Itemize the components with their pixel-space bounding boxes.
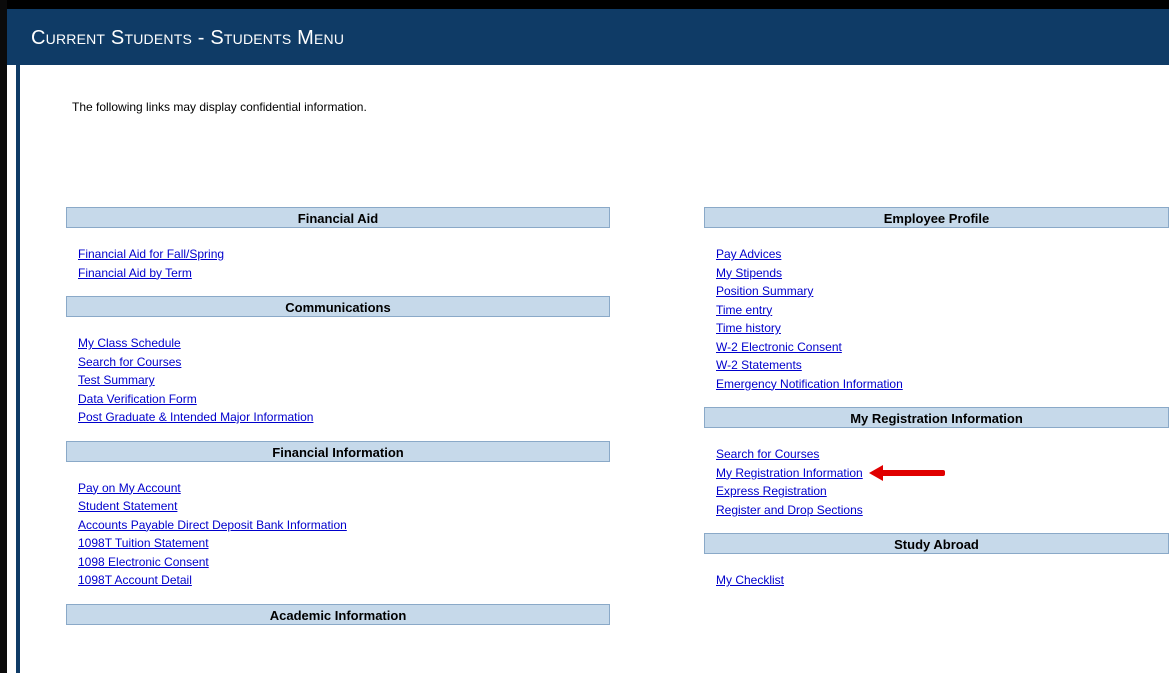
link-register-and-drop-sections[interactable]: Register and Drop Sections xyxy=(716,501,863,520)
section-header: Academic Information xyxy=(66,603,610,625)
section-header: My Registration Information xyxy=(704,407,1169,428)
link-list: Financial Aid for Fall/Spring Financial … xyxy=(66,228,610,296)
link-w2-electronic-consent[interactable]: W-2 Electronic Consent xyxy=(716,338,842,357)
section-header: Communications xyxy=(66,296,610,317)
highlighted-link-row: My Registration Information xyxy=(716,464,1169,483)
link-time-entry[interactable]: Time entry xyxy=(716,301,772,320)
link-1098t-tuition-statement[interactable]: 1098T Tuition Statement xyxy=(78,534,209,553)
link-pay-advices[interactable]: Pay Advices xyxy=(716,245,781,264)
window-top-border xyxy=(0,0,1169,9)
section-study-abroad: Study Abroad My Checklist xyxy=(704,533,1169,604)
link-list: My Checklist xyxy=(704,554,1169,604)
link-data-verification-form[interactable]: Data Verification Form xyxy=(78,390,197,409)
section-academic-information: Academic Information xyxy=(66,603,610,625)
link-express-registration[interactable]: Express Registration xyxy=(716,482,827,501)
link-my-stipends[interactable]: My Stipends xyxy=(716,264,782,283)
link-pay-on-my-account[interactable]: Pay on My Account xyxy=(78,479,181,498)
section-communications: Communications My Class Schedule Search … xyxy=(66,296,610,441)
section-employee-profile: Employee Profile Pay Advices My Stipends… xyxy=(704,207,1169,407)
section-financial-aid: Financial Aid Financial Aid for Fall/Spr… xyxy=(66,207,610,296)
link-my-class-schedule[interactable]: My Class Schedule xyxy=(78,334,181,353)
link-my-checklist[interactable]: My Checklist xyxy=(716,571,784,590)
link-1098t-account-detail[interactable]: 1098T Account Detail xyxy=(78,571,192,590)
confidential-notice: The following links may display confiden… xyxy=(72,100,367,114)
section-header: Financial Information xyxy=(66,440,610,462)
page-title: Current Students - Students Menu xyxy=(31,27,345,49)
right-column: Employee Profile Pay Advices My Stipends… xyxy=(704,207,1169,604)
link-my-registration-information[interactable]: My Registration Information xyxy=(716,464,863,483)
link-financial-aid-by-term[interactable]: Financial Aid by Term xyxy=(78,264,192,283)
link-1098-electronic-consent[interactable]: 1098 Electronic Consent xyxy=(78,553,209,572)
section-my-registration-information: My Registration Information Search for C… xyxy=(704,407,1169,533)
section-header: Financial Aid xyxy=(66,207,610,228)
link-student-statement[interactable]: Student Statement xyxy=(78,497,177,516)
link-test-summary[interactable]: Test Summary xyxy=(78,371,155,390)
link-post-graduate-major-info[interactable]: Post Graduate & Intended Major Informati… xyxy=(78,408,313,427)
link-position-summary[interactable]: Position Summary xyxy=(716,282,813,301)
link-list: My Class Schedule Search for Courses Tes… xyxy=(66,317,610,441)
link-emergency-notification-info[interactable]: Emergency Notification Information xyxy=(716,375,903,394)
link-search-for-courses[interactable]: Search for Courses xyxy=(78,353,181,372)
page-header: Current Students - Students Menu xyxy=(7,9,1169,65)
link-w2-statements[interactable]: W-2 Statements xyxy=(716,356,802,375)
section-header: Study Abroad xyxy=(704,533,1169,554)
link-time-history[interactable]: Time history xyxy=(716,319,781,338)
link-list: Pay on My Account Student Statement Acco… xyxy=(66,462,610,604)
link-financial-aid-fall-spring[interactable]: Financial Aid for Fall/Spring xyxy=(78,245,224,264)
red-arrow-icon xyxy=(868,464,945,481)
window-left-border xyxy=(0,0,7,673)
section-header: Employee Profile xyxy=(704,207,1169,228)
link-direct-deposit-bank-info[interactable]: Accounts Payable Direct Deposit Bank Inf… xyxy=(78,516,347,535)
link-list: Search for Courses My Registration Infor… xyxy=(704,428,1169,533)
link-search-for-courses[interactable]: Search for Courses xyxy=(716,445,819,464)
left-column: Financial Aid Financial Aid for Fall/Spr… xyxy=(66,207,610,625)
section-financial-information: Financial Information Pay on My Account … xyxy=(66,440,610,604)
link-list: Pay Advices My Stipends Position Summary… xyxy=(704,228,1169,407)
